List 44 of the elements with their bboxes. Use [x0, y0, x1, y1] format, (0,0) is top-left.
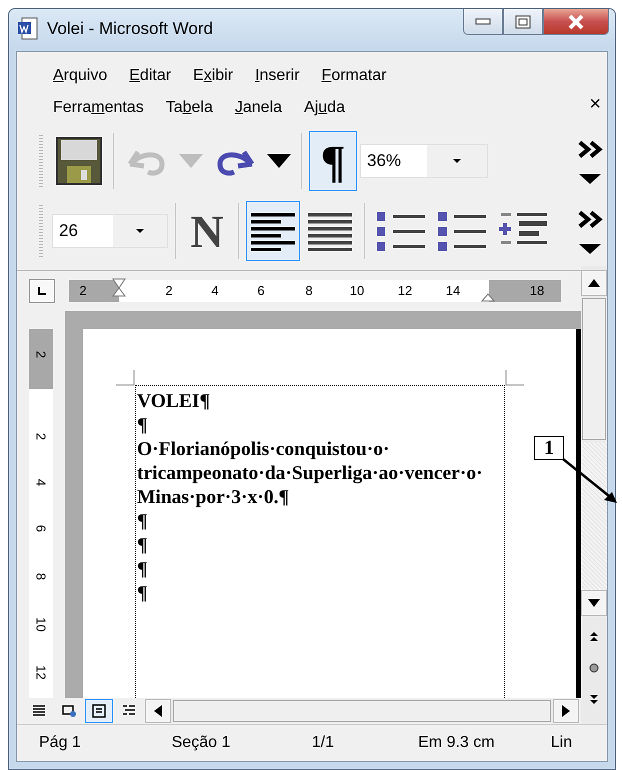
document-paragraph: O·Florianópolis·conquistou·o·tricampeonato·da·Superliga·ao·vencer·o·Minas·por·3·x·0.¶	[137, 438, 484, 510]
ruler-label: 2	[34, 350, 48, 360]
status-field: 1/1	[290, 734, 396, 752]
menu-item[interactable]: Formatar	[322, 67, 386, 85]
ruler-label: 6	[34, 524, 48, 534]
menu-item[interactable]: Inserir	[255, 67, 300, 85]
ruler-label: 8	[34, 572, 48, 582]
document-paragraph: VOLEI¶	[137, 390, 211, 414]
callout-label: 1	[534, 436, 564, 460]
status-field: Em 9.3 cm	[396, 734, 529, 752]
ruler-label: 12	[398, 283, 412, 298]
status-field: Seção 1	[150, 734, 290, 752]
ruler-label: 14	[446, 283, 460, 298]
bold-button[interactable]: N	[183, 201, 231, 261]
menu-item[interactable]: Tabela	[166, 99, 213, 117]
document-paragraph: ¶	[137, 558, 149, 582]
ruler-label: 4	[34, 478, 48, 488]
ruler-label: 12	[34, 664, 48, 682]
menu-item[interactable]: Janela	[234, 99, 282, 117]
document-paragraph: ¶	[137, 414, 149, 438]
menu-item[interactable]: Ajuda	[304, 99, 345, 117]
ruler-label: 6	[257, 283, 265, 298]
ruler-label: 2	[34, 432, 48, 442]
zoom-combo[interactable]: 36%	[360, 144, 488, 178]
status-field: Pág 1	[17, 734, 150, 752]
show-formatting-button[interactable]: ¶	[309, 131, 357, 191]
ruler-label: 4	[211, 283, 219, 298]
ruler-label: 8	[305, 283, 313, 298]
status-field: Lin	[528, 734, 607, 752]
ruler-label: 10	[350, 283, 364, 298]
ruler-label: 2	[165, 283, 173, 298]
close-document-button[interactable]: ×	[589, 94, 601, 114]
menu-item[interactable]: Arquivo	[53, 67, 108, 85]
menu-item[interactable]: Ferramentas	[53, 99, 144, 117]
ruler-label: 10	[34, 616, 48, 634]
document-paragraph: ¶	[137, 510, 149, 534]
window-title: Volei - Microsoft Word	[47, 19, 213, 39]
document-paragraph: ¶	[137, 582, 149, 606]
ruler-label: 2	[79, 283, 87, 298]
ruler-label: 18	[530, 283, 544, 298]
font-size-combo[interactable]: 26	[52, 214, 168, 248]
menu-item[interactable]: Editar	[129, 67, 172, 85]
document-paragraph: ¶	[137, 534, 149, 558]
menu-item[interactable]: Exibir	[193, 67, 234, 85]
